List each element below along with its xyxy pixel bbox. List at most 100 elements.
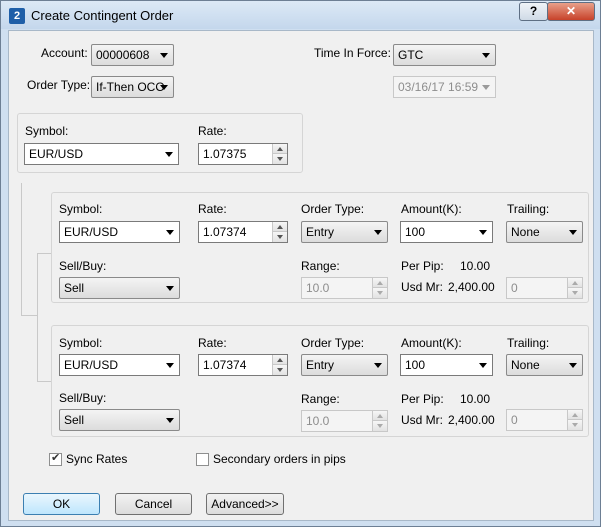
spin-down-icon <box>373 421 387 431</box>
order-type-label: Order Type: <box>27 78 91 92</box>
order2-trailing-pips-value: 0 <box>511 413 518 427</box>
order2-rate-value: 1.07374 <box>203 358 247 372</box>
order1-symbol-select[interactable]: EUR/USD <box>59 221 180 243</box>
order1-sellbuy-select[interactable]: Sell <box>59 277 180 299</box>
chevron-down-icon <box>166 363 174 368</box>
secondary-pips-label[interactable]: Secondary orders in pips <box>213 452 346 466</box>
chevron-down-icon <box>160 53 168 58</box>
time-in-force-label: Time In Force: <box>314 46 391 60</box>
order2-amount-value: 100 <box>405 358 426 372</box>
spin-down-icon[interactable] <box>273 154 287 164</box>
spin-up-icon <box>568 278 582 288</box>
chevron-down-icon <box>569 363 577 368</box>
order1-amount-label: Amount(K): <box>401 202 462 216</box>
order1-rate-label: Rate: <box>198 202 227 216</box>
order-type-value: If-Then OCO <box>96 80 165 94</box>
title-bar[interactable]: 2 Create Contingent Order ? ✕ <box>1 1 600 29</box>
order2-sellbuy-label: Sell/Buy: <box>59 391 107 405</box>
order1-symbol-value: EUR/USD <box>64 225 119 239</box>
order2-trailing-label: Trailing: <box>507 336 550 350</box>
chevron-down-icon <box>479 230 487 235</box>
tree-connector <box>21 315 37 316</box>
account-label: Account: <box>41 46 88 60</box>
spin-down-icon[interactable] <box>273 232 287 242</box>
order2-sellbuy-select[interactable]: Sell <box>59 409 180 431</box>
chevron-down-icon <box>374 230 382 235</box>
order2-range-label: Range: <box>301 392 340 406</box>
spin-down-icon <box>373 288 387 298</box>
sync-rates-checkbox[interactable] <box>49 451 62 466</box>
order1-order-type-label: Order Type: <box>301 202 365 216</box>
order1-trailing-pips-value: 0 <box>511 281 518 295</box>
primary-rate-stepper[interactable]: 1.07375 <box>198 143 288 165</box>
order2-amount-select[interactable]: 100 <box>400 354 493 376</box>
spin-up-icon[interactable] <box>273 222 287 232</box>
primary-rate-label: Rate: <box>198 124 227 138</box>
order2-rate-stepper[interactable]: 1.07374 <box>198 354 288 376</box>
dialog-window: 2 Create Contingent Order ? ✕ Account: 0… <box>0 0 601 527</box>
order2-usd-mr-value: 2,400.00 <box>448 413 495 427</box>
expiry-datetime-picker: 03/16/17 16:59 <box>393 76 496 98</box>
advanced-button[interactable]: Advanced>> <box>206 493 284 515</box>
time-in-force-value: GTC <box>398 48 424 62</box>
sync-rates-label[interactable]: Sync Rates <box>66 452 127 466</box>
window-title: Create Contingent Order <box>31 8 174 23</box>
order2-sellbuy-value: Sell <box>64 413 85 427</box>
chevron-down-icon <box>166 286 174 291</box>
chevron-down-icon <box>160 85 168 90</box>
chevron-down-icon <box>166 418 174 423</box>
primary-rate-value: 1.07375 <box>203 147 247 161</box>
chevron-down-icon <box>482 53 490 58</box>
ok-button[interactable]: OK <box>23 493 100 515</box>
order1-per-pip-value: 10.00 <box>460 259 491 273</box>
time-in-force-select[interactable]: GTC <box>393 44 496 66</box>
chevron-down-icon <box>165 152 173 157</box>
primary-symbol-select[interactable]: EUR/USD <box>24 143 179 165</box>
order1-sellbuy-value: Sell <box>64 281 85 295</box>
app-icon: 2 <box>9 8 25 24</box>
order1-usd-mr-label: Usd Mr: <box>401 280 443 294</box>
order1-range-label: Range: <box>301 259 340 273</box>
order1-per-pip-label: Per Pip: <box>401 259 444 273</box>
order1-range-stepper: 10.0 <box>301 277 388 299</box>
order1-amount-value: 100 <box>405 225 426 239</box>
order2-trailing-value: None <box>511 358 540 372</box>
order1-trailing-value: None <box>511 225 540 239</box>
order2-symbol-select[interactable]: EUR/USD <box>59 354 180 376</box>
order1-sellbuy-label: Sell/Buy: <box>59 259 107 273</box>
order2-rate-label: Rate: <box>198 336 227 350</box>
order1-rate-stepper[interactable]: 1.07374 <box>198 221 288 243</box>
order1-order-type-select[interactable]: Entry <box>301 221 388 243</box>
close-button[interactable]: ✕ <box>547 2 595 21</box>
order2-order-type-select[interactable]: Entry <box>301 354 388 376</box>
order1-rate-value: 1.07374 <box>203 225 247 239</box>
order1-trailing-label: Trailing: <box>507 202 550 216</box>
dialog-body: Account: 00000608 Order Type: If-Then OC… <box>8 30 594 521</box>
order2-trailing-pips-stepper: 0 <box>506 409 583 431</box>
spin-up-icon[interactable] <box>273 355 287 365</box>
secondary-pips-checkbox[interactable] <box>196 453 209 466</box>
spin-up-icon[interactable] <box>273 144 287 154</box>
spin-down-icon[interactable] <box>273 365 287 375</box>
order2-per-pip-label: Per Pip: <box>401 392 444 406</box>
order-type-select[interactable]: If-Then OCO <box>91 76 174 98</box>
account-value: 00000608 <box>96 48 150 62</box>
order1-trailing-select[interactable]: None <box>506 221 583 243</box>
account-select[interactable]: 00000608 <box>91 44 174 66</box>
cancel-button[interactable]: Cancel <box>115 493 192 515</box>
primary-symbol-label: Symbol: <box>25 124 69 138</box>
chevron-down-icon <box>166 230 174 235</box>
order2-trailing-select[interactable]: None <box>506 354 583 376</box>
tree-connector <box>37 381 51 382</box>
help-button[interactable]: ? <box>519 2 548 21</box>
spin-up-icon <box>373 278 387 288</box>
order1-usd-mr-value: 2,400.00 <box>448 280 495 294</box>
order2-symbol-value: EUR/USD <box>64 358 119 372</box>
chevron-down-icon <box>569 230 577 235</box>
order1-amount-select[interactable]: 100 <box>400 221 493 243</box>
tree-connector <box>21 183 22 315</box>
spin-up-icon <box>568 410 582 420</box>
order2-usd-mr-label: Usd Mr: <box>401 413 443 427</box>
order2-range-stepper: 10.0 <box>301 410 388 432</box>
chevron-down-icon <box>479 363 487 368</box>
